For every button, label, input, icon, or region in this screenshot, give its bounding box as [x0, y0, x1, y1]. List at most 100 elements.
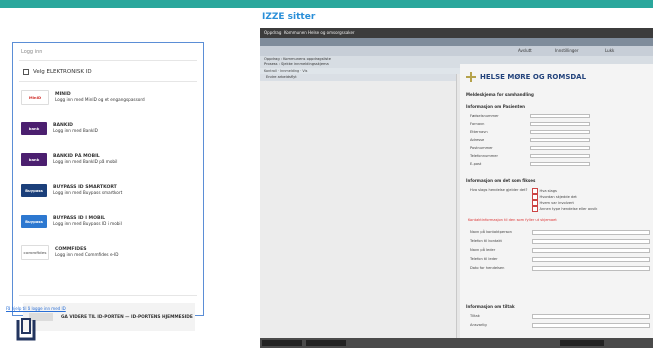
field-input[interactable] [532, 238, 650, 244]
status-bar [260, 338, 653, 348]
path-text: Kontroll · Innmelding · Vis [264, 69, 308, 73]
field-label: Postnummer [470, 146, 493, 150]
left-panel: Endre arbeidsflyt [260, 74, 457, 338]
provider-logo-icon: Buypass [21, 214, 47, 228]
checkbox-icon [532, 206, 538, 212]
checkbox-label: Hva slags [539, 188, 557, 193]
copy-icon [16, 318, 36, 341]
toolbar-button-exit[interactable]: Avslutt [518, 48, 532, 53]
login-option[interactable]: MinID MINID Logg inn med MinID og et engan… [21, 85, 197, 109]
field-input[interactable] [530, 113, 590, 118]
login-panel: Logg inn Velg ELEKTRONISK ID MinID MINID L… [12, 42, 204, 331]
provider-logo-icon: commfides [21, 244, 49, 260]
form-header: HELSE MØRE OG ROMSDAL [466, 72, 586, 82]
case-checkbox[interactable]: Annen type hendelse eller avvik [532, 206, 597, 212]
login-option-text: COMMFIDES Logg inn med Commfides e-ID [55, 247, 119, 257]
field-label: Fødselsnummer [470, 114, 499, 118]
checkbox-icon [532, 200, 538, 206]
case-checkbox[interactable]: Hvordan skjedde det [532, 194, 577, 200]
window-title-detail: Kommunen Helse og omsorgssaker [284, 30, 355, 35]
case-checkbox[interactable]: Hvem var involvert [532, 200, 574, 206]
toolbar: Avslutt Innstillinger Lukk [260, 46, 653, 56]
menu-bar [260, 38, 653, 46]
field-input[interactable] [532, 313, 650, 319]
case-checkbox[interactable]: Hva slags [532, 188, 557, 194]
provider-logo-text: Buypass [25, 187, 43, 193]
field-label: Telefon til kontakt [470, 239, 502, 243]
hospital-crest-icon [466, 72, 476, 82]
provider-logo-icon: MinID [21, 89, 49, 105]
organisation-name: HELSE MØRE OG ROMSDAL [480, 73, 587, 81]
field-label: Tiltak [470, 314, 480, 318]
window-title: Oppdrag [264, 30, 282, 35]
field-label: Ansvarlig [470, 323, 487, 327]
status-button[interactable] [306, 340, 346, 346]
login-option-desc: Logg inn med Commfides e-ID [55, 252, 119, 257]
provider-logo-text: commfides [23, 249, 47, 255]
login-option-text: BANKID PÅ MOBIL Logg inn med BankID på mo… [53, 154, 117, 164]
field-label: Dato for hendelsen [470, 266, 505, 270]
breadcrumb-line-2[interactable]: Prosess : Sjekke innmeldingsskjema [264, 62, 329, 66]
field-label: Navn på leder [470, 248, 496, 252]
provider-logo-icon: Buypass [21, 183, 47, 197]
checkbox-icon [532, 194, 538, 200]
login-option-desc: Logg inn med Buypass smartkort [53, 190, 123, 195]
breadcrumb-line-1[interactable]: Oppdrag : Kommunens oppdragsliste [264, 57, 331, 61]
field-input[interactable] [530, 121, 590, 126]
field-input[interactable] [532, 265, 650, 271]
provider-logo-icon: bank [21, 121, 47, 135]
login-title-text: Velg ELEKTRONISK ID [33, 69, 92, 75]
divider [19, 295, 197, 296]
id-card-icon [23, 69, 29, 75]
field-input[interactable] [532, 247, 650, 253]
contact-warning: Kontaktinformasjon til den som fyller ut… [468, 218, 557, 222]
provider-logo-text: Buypass [25, 218, 43, 224]
field-input[interactable] [530, 161, 590, 166]
form-subtitle: Meldeskjema for samhandling [466, 92, 534, 97]
left-panel-item[interactable]: Endre arbeidsflyt [260, 74, 456, 81]
field-input[interactable] [532, 229, 650, 235]
field-input[interactable] [530, 129, 590, 134]
divider [19, 81, 197, 82]
login-option-text: BANKID Logg inn med BankID [53, 123, 98, 133]
checkbox-label: Hvordan skjedde det [539, 194, 577, 199]
field-label: Telefon til leder [470, 257, 498, 261]
status-button[interactable] [560, 340, 604, 346]
checkbox-icon [532, 188, 538, 194]
login-option-text: BUYPASS ID I MOBIL Logg inn med Buypass I… [53, 216, 122, 226]
field-input[interactable] [530, 145, 590, 150]
login-header-label: Logg inn [21, 49, 43, 55]
login-option-text: BUYPASS ID SMARTKORT Logg inn med Buypass… [53, 185, 122, 195]
brand-title: IZZE sitter [262, 12, 316, 22]
provider-logo-text: bank [28, 125, 40, 131]
application-window: Oppdrag Kommunen Helse og omsorgssaker A… [260, 28, 653, 348]
field-label: Etternavn [470, 130, 488, 134]
toolbar-button-close[interactable]: Lukk [605, 48, 614, 53]
field-input[interactable] [530, 137, 590, 142]
samhandling-form: HELSE MØRE OG ROMSDAL Meldeskjema for sa… [460, 64, 653, 340]
login-option[interactable]: commfides COMMFIDES Logg inn med Commfides… [21, 240, 197, 264]
login-option[interactable]: Buypass BUYPASS ID SMARTKORT Logg inn med … [21, 178, 197, 202]
section-case: Informasjon om det som fikses [466, 178, 536, 183]
field-input[interactable] [532, 256, 650, 262]
toolbar-button-settings[interactable]: Innstillinger [555, 48, 579, 53]
field-label: Telefonnummer [470, 154, 498, 158]
field-input[interactable] [530, 153, 590, 158]
status-button[interactable] [262, 340, 302, 346]
section-patient: Informasjon om Pasienten [466, 104, 526, 109]
login-option[interactable]: bank BANKID Logg inn med BankID [21, 116, 197, 140]
field-input[interactable] [532, 322, 650, 328]
checkbox-label: Hvem var involvert [539, 200, 574, 205]
login-option-desc: Logg inn med Buypass ID i mobil [53, 221, 122, 226]
checkbox-label: Annen type hendelse eller avvik [539, 206, 598, 211]
divider [19, 60, 197, 61]
left-panel-item-label: Endre arbeidsflyt [266, 75, 297, 79]
login-option[interactable]: bank BANKID PÅ MOBIL Logg inn med BankID p… [21, 147, 197, 171]
login-option-desc: Logg inn med BankID på mobil [53, 159, 118, 164]
provider-logo-icon: bank [21, 152, 47, 166]
login-option-desc: Logg inn med MinID og et engangspassord [55, 97, 145, 102]
login-option[interactable]: Buypass BUYPASS ID I MOBIL Logg inn med Bu… [21, 209, 197, 233]
help-link[interactable]: Få hjelp til å logge inn med ID [6, 306, 66, 311]
top-accent-bar [0, 0, 653, 8]
window-titlebar: Oppdrag Kommunen Helse og omsorgssaker [260, 28, 653, 38]
